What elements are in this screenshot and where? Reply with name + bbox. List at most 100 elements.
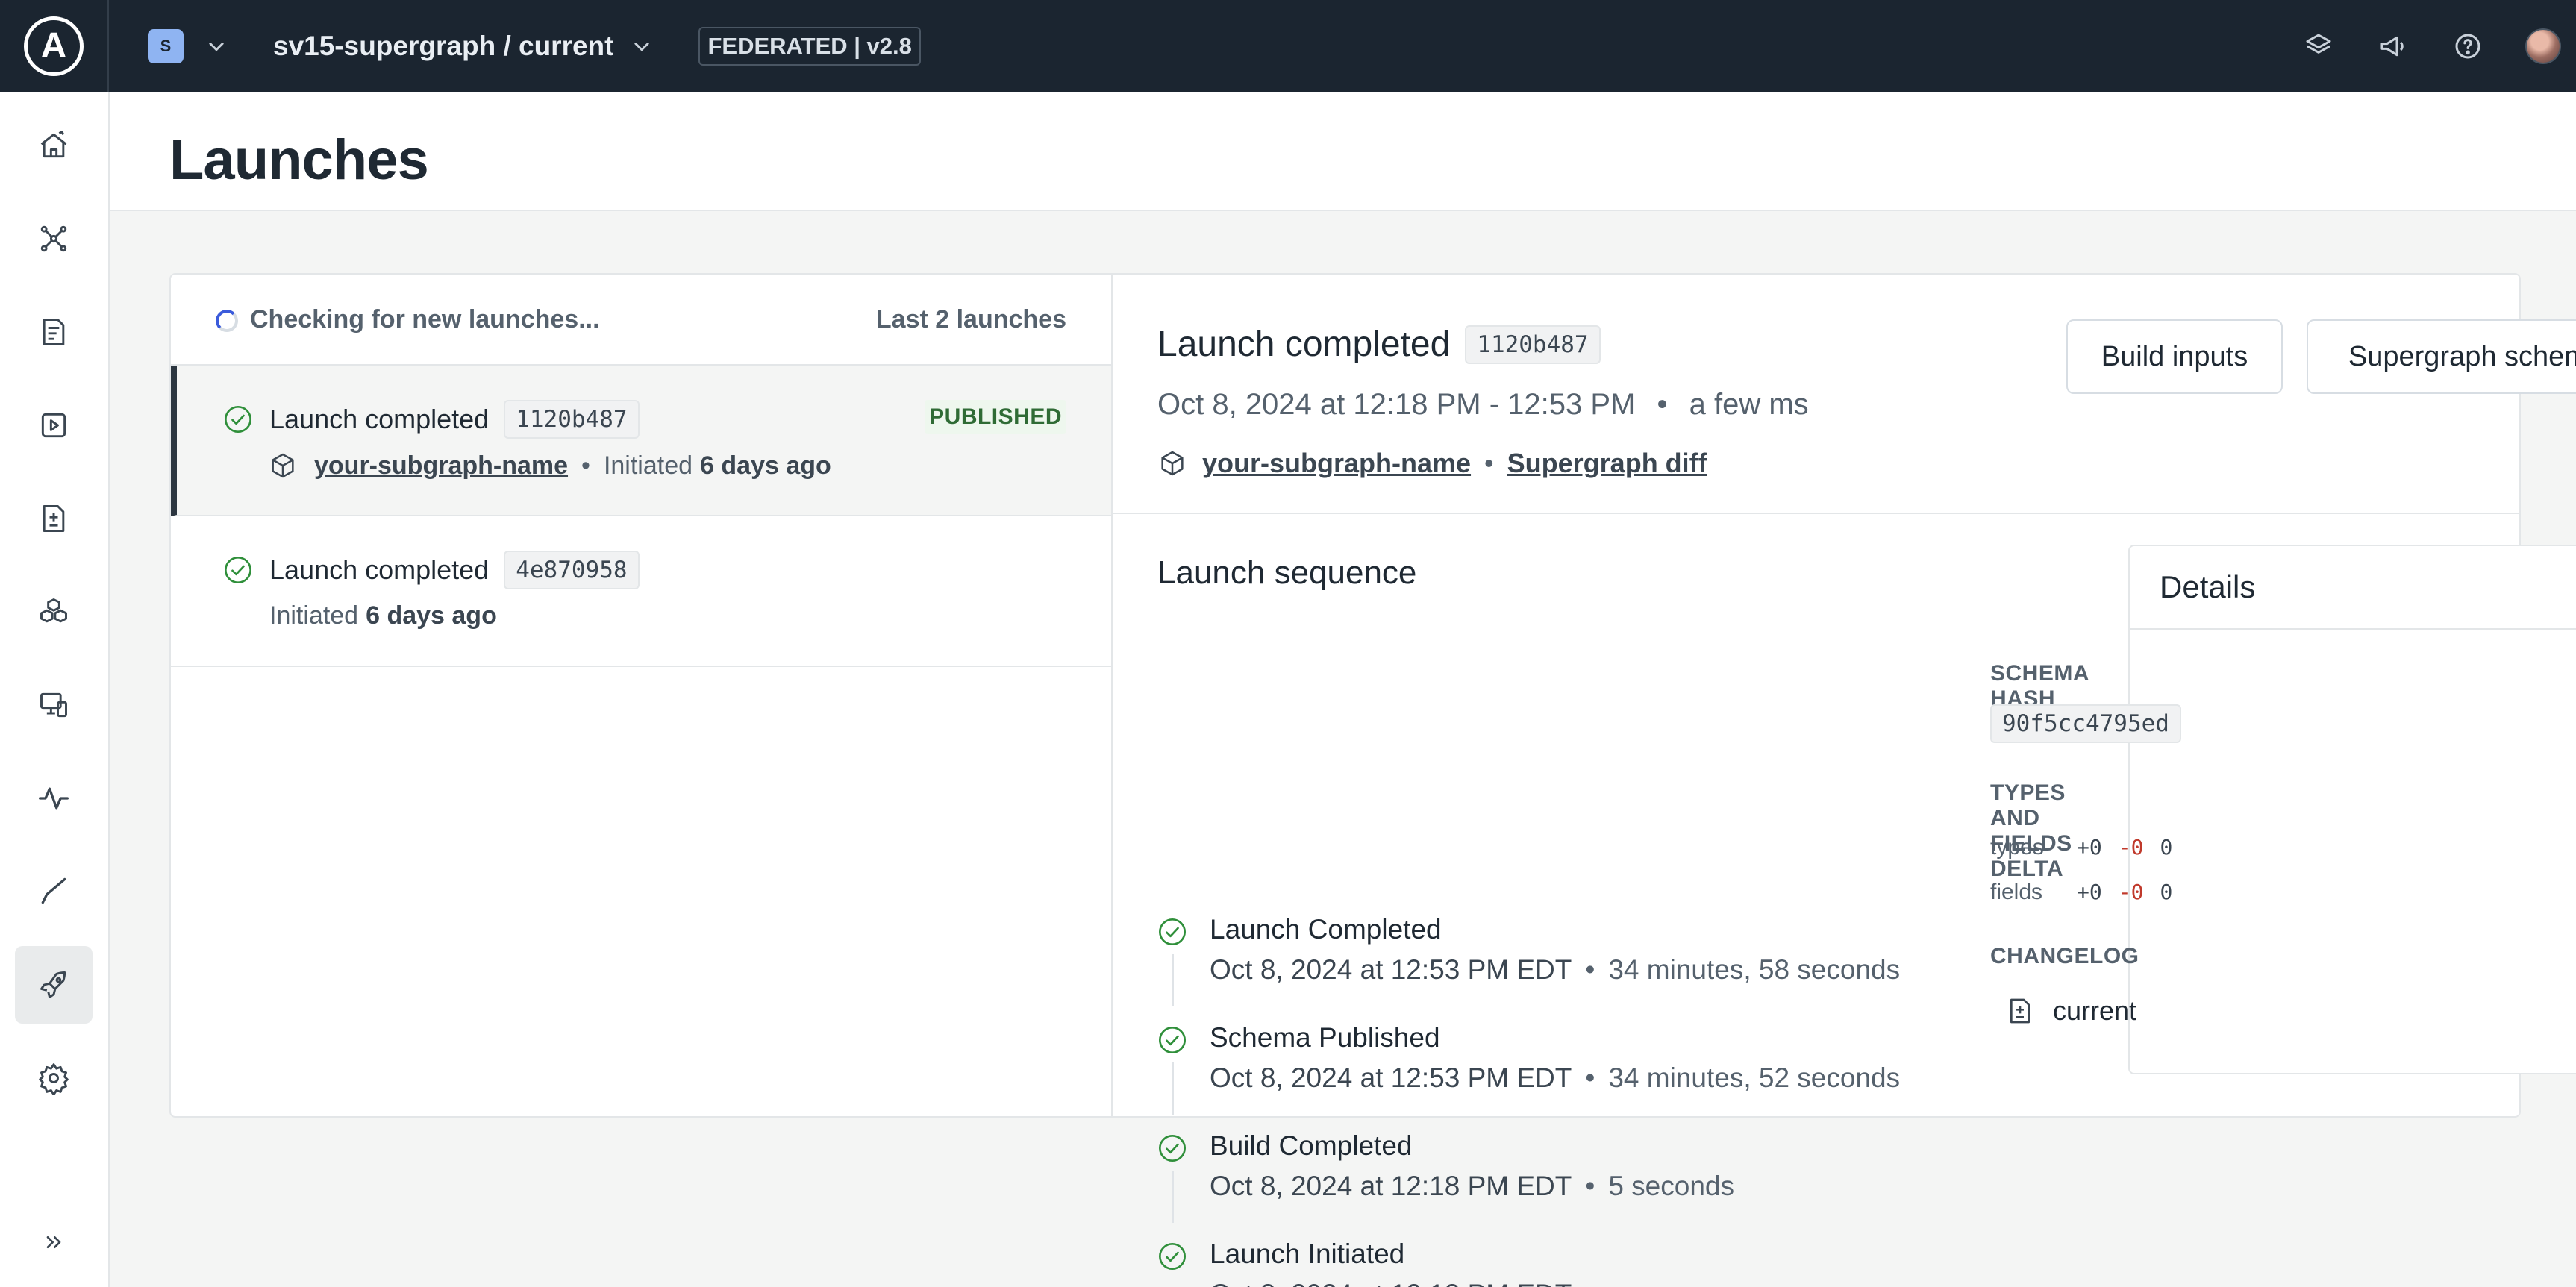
graph-title[interactable]: sv15-supergraph / current [273,31,613,62]
initiated-label: Initiated [269,601,359,630]
details-title: Details [2130,546,2576,630]
layers-icon[interactable] [2301,29,2336,63]
initiated-time: 6 days ago [700,451,831,480]
changelog-icon[interactable] [15,480,93,557]
step-name: Launch Completed [1210,914,1442,945]
sequence-step: Build Completed Oct 8, 2024 at 12:18 PM … [1157,1130,1904,1235]
check-circle-icon [1159,1027,1186,1053]
top-bar: A S sv15-supergraph / current FEDERATED … [0,0,2576,92]
launch-list-panel: Checking for new launches... Last 2 laun… [171,275,1113,1116]
launch-status: Launch completed [269,404,490,434]
changelog-link[interactable]: current [2005,995,2136,1027]
step-connector [1172,1062,1174,1115]
launches-icon[interactable] [15,946,93,1024]
separator-dot: • [1484,448,1494,478]
step-time: Oct 8, 2024 at 12:18 PM EDT [1210,1171,1572,1201]
subgraph-link[interactable]: your-subgraph-name [1202,448,1471,479]
apollo-logo[interactable]: A [24,16,84,76]
check-circle-icon [1159,1243,1186,1270]
step-connector [1172,1171,1174,1223]
fields-label: fields [1990,880,2043,904]
supergraph-schema-button[interactable]: Supergraph schema [2307,319,2576,394]
launch-hash: 1120b487 [504,400,640,439]
changelog-icon [2010,998,2030,1024]
graph-chevron-down-icon[interactable] [631,36,652,57]
loading-spinner-icon [216,309,238,332]
types-label: types [1990,835,2044,859]
org-badge[interactable]: S [148,28,184,63]
separator-dot: • [1585,1171,1595,1201]
step-name: Build Completed [1210,1130,1413,1161]
types-total: 0 [2160,835,2173,859]
check-circle-icon [1159,1135,1186,1162]
check-circle-icon [225,406,251,433]
check-circle-icon [1159,918,1186,945]
types-removed: -0 [2118,835,2144,859]
step-time: Oct 8, 2024 at 12:18 PM EDT [1210,1279,1572,1287]
launch-detail-title: Launch completed [1157,325,1451,364]
launch-detail-panel: Launch completed 1120b487 Oct 8, 2024 at… [1113,275,2576,1287]
launch-count: Last 2 launches [875,304,1066,334]
org-chevron-down-icon[interactable] [206,36,227,57]
changelog-item-label: current [2053,995,2137,1026]
initiated-label: Initiated [603,451,693,480]
subgraphs-icon[interactable] [15,573,93,651]
schema-icon[interactable] [15,293,93,371]
details-box: Details [2128,545,2576,1074]
insights-icon[interactable] [15,760,93,837]
checking-status: Checking for new launches... [216,305,600,334]
subgraph-link[interactable]: your-subgraph-name [314,451,568,480]
checking-text: Checking for new launches... [250,304,600,334]
delta-label: TYPES AND FIELDS DELTA [1990,780,2072,881]
help-icon[interactable] [2451,29,2485,63]
step-duration: 5 seconds [1608,1171,1734,1201]
check-circle-icon [225,557,251,583]
separator-dot: • [581,451,590,480]
supergraph-diff-link[interactable]: Supergraph diff [1507,448,1707,479]
launch-dates: Oct 8, 2024 at 12:18 PM - 12:53 PM [1157,388,1636,421]
step-name: Schema Published [1210,1022,1440,1053]
clients-icon[interactable] [15,666,93,744]
types-delta-row: types +0 -0 0 [1990,835,2189,860]
sequence-step: Launch Initiated Oct 8, 2024 at 12:18 PM… [1157,1239,1904,1287]
build-inputs-button[interactable]: Build inputs [2066,319,2283,394]
fields-total: 0 [2160,880,2173,904]
schema-hash-value: 90f5cc4795ed [1990,704,2181,743]
list-item[interactable]: Launch completed 4e870958 Initiated 6 da… [171,516,1111,667]
separator-dot: • [1585,954,1595,985]
expand-icon[interactable] [15,1203,93,1281]
user-avatar[interactable] [2525,28,2561,64]
checks-icon[interactable] [15,853,93,930]
package-icon [272,453,294,478]
types-added: +0 [2077,835,2102,859]
graph-icon[interactable] [15,200,93,278]
initiated-time: 6 days ago [366,601,497,630]
status-badge: PUBLISHED [925,400,1066,434]
announcements-icon[interactable] [2376,29,2410,63]
sequence-step: Schema Published Oct 8, 2024 at 12:53 PM… [1157,1022,1904,1127]
fields-delta-row: fields +0 -0 0 [1990,880,2189,905]
step-time: Oct 8, 2024 at 12:53 PM EDT [1210,954,1572,985]
fields-removed: -0 [2118,880,2144,904]
explorer-icon[interactable] [15,386,93,464]
separator-dot: • [1585,1062,1595,1093]
launches-card: Checking for new launches... Last 2 laun… [169,273,2576,1287]
launch-detail-header: Launch completed 1120b487 Oct 8, 2024 at… [1113,275,2576,514]
sidebar [0,92,110,1287]
launch-status: Launch completed [269,554,490,585]
step-connector [1172,954,1174,1006]
logo-container[interactable]: A [0,0,109,92]
changelog-label: CHANGELOG [1990,944,2139,968]
step-duration: 34 minutes, 58 seconds [1608,954,1901,985]
home-icon[interactable] [15,107,93,184]
page-header: Launches [110,92,2576,211]
launch-duration: a few ms [1689,388,1809,421]
step-time: Oct 8, 2024 at 12:53 PM EDT [1210,1062,1572,1093]
launch-hash: 4e870958 [504,551,640,589]
package-icon [1161,451,1184,476]
launch-sequence-title: Launch sequence [1157,554,1417,591]
launch-detail-hash: 1120b487 [1465,325,1601,364]
settings-icon[interactable] [15,1039,93,1117]
page-title: Launches [169,128,429,192]
list-item[interactable]: Launch completed 1120b487 PUBLISHED your… [171,366,1111,516]
